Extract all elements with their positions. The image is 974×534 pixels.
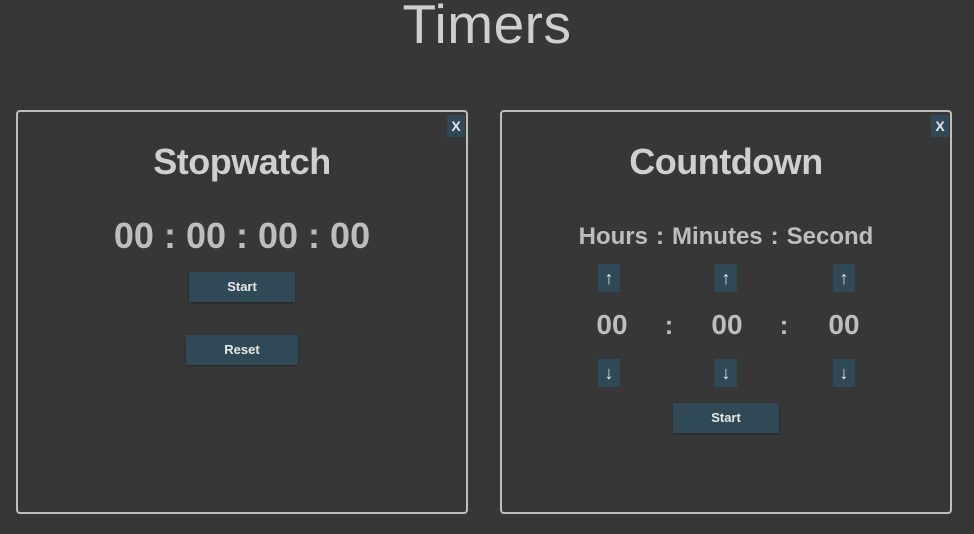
countdown-seconds-label: Second bbox=[786, 223, 874, 250]
countdown-minutes-value: 00 bbox=[711, 309, 743, 340]
seconds-up-arrow-icon[interactable]: ↑ bbox=[833, 264, 855, 292]
stopwatch-centiseconds: 00 bbox=[330, 215, 371, 256]
stopwatch-reset-button[interactable]: Reset bbox=[186, 335, 298, 365]
stopwatch-start-button[interactable]: Start bbox=[189, 272, 295, 302]
countdown-value-separator: : bbox=[779, 310, 789, 340]
countdown-hours-label: Hours bbox=[578, 223, 648, 250]
stopwatch-seconds: 00 bbox=[258, 215, 299, 256]
countdown-hours-value: 00 bbox=[596, 309, 628, 340]
stopwatch-panel: X Stopwatch 00:00:00:00 Start Reset bbox=[16, 110, 468, 514]
stopwatch-display: 00:00:00:00 bbox=[18, 214, 466, 258]
countdown-close-button[interactable]: X bbox=[931, 115, 949, 137]
stopwatch-minutes: 00 bbox=[185, 215, 226, 256]
hours-down-arrow-icon[interactable]: ↓ bbox=[598, 359, 620, 387]
countdown-title: Countdown bbox=[629, 141, 823, 182]
countdown-label-separator: : bbox=[655, 223, 664, 250]
countdown-unit-labels: Hours: Minutes: Second bbox=[502, 222, 950, 252]
stopwatch-separator: : bbox=[308, 215, 321, 256]
countdown-seconds-value: 00 bbox=[828, 309, 860, 340]
seconds-down-arrow-icon[interactable]: ↓ bbox=[833, 359, 855, 387]
minutes-down-arrow-icon[interactable]: ↓ bbox=[715, 359, 737, 387]
stopwatch-hours: 00 bbox=[113, 215, 154, 256]
countdown-minutes-label: Minutes bbox=[671, 223, 763, 250]
stopwatch-title: Stopwatch bbox=[153, 141, 331, 182]
hours-up-arrow-icon[interactable]: ↑ bbox=[598, 264, 620, 292]
minutes-up-arrow-icon[interactable]: ↑ bbox=[715, 264, 737, 292]
stopwatch-close-button[interactable]: X bbox=[447, 115, 465, 137]
countdown-value-separator: : bbox=[664, 310, 674, 340]
countdown-start-button[interactable]: Start bbox=[673, 403, 779, 433]
page-title: Timers bbox=[402, 0, 572, 55]
stopwatch-separator: : bbox=[163, 215, 176, 256]
stopwatch-separator: : bbox=[236, 215, 248, 256]
countdown-label-separator: : bbox=[770, 223, 779, 250]
countdown-panel: X Countdown Hours: Minutes: Second ↑ ↑ ↑ 0… bbox=[500, 110, 952, 514]
